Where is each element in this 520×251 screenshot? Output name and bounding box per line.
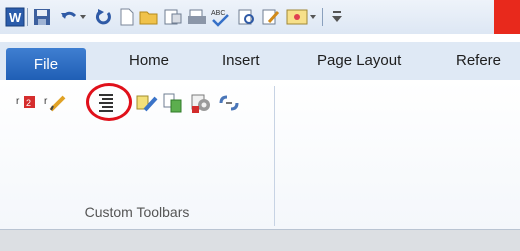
word-app-icon[interactable]: W — [4, 7, 26, 27]
new-document-icon[interactable] — [116, 7, 138, 27]
settings-icon[interactable] — [190, 92, 212, 114]
replace-icon[interactable] — [162, 92, 184, 114]
print-preview-icon[interactable] — [186, 7, 208, 27]
edit-document-icon[interactable] — [260, 7, 282, 27]
tab-insert[interactable]: Insert — [222, 52, 260, 69]
macro-pencil-icon[interactable]: r — [44, 92, 66, 114]
tab-page-layout[interactable]: Page Layout — [317, 52, 401, 69]
page-setup-icon[interactable] — [162, 7, 184, 27]
svg-text:r: r — [16, 96, 20, 107]
link-break-icon[interactable] — [218, 92, 240, 114]
spelling-check-icon[interactable]: ABC — [210, 7, 232, 27]
group-label-custom-toolbars: Custom Toolbars — [84, 204, 190, 220]
window-control-close[interactable] — [494, 0, 520, 34]
tab-home[interactable]: Home — [129, 52, 169, 69]
quick-access-toolbar: W ABC — [0, 0, 520, 34]
undo-icon[interactable] — [58, 7, 80, 27]
svg-text:r: r — [44, 96, 48, 107]
save-icon[interactable] — [31, 7, 53, 27]
ribbon-tabs: File Home Insert Page Layout Refere — [0, 42, 520, 81]
macro-icon-1[interactable]: r2 — [16, 92, 38, 114]
undo-dropdown-icon[interactable] — [78, 7, 88, 27]
open-folder-icon[interactable] — [138, 7, 160, 27]
overflow-icon[interactable] — [326, 7, 348, 27]
tab-file[interactable]: File — [6, 48, 86, 80]
svg-text:W: W — [9, 10, 22, 25]
insert-picture-icon[interactable] — [286, 7, 308, 27]
highlight-pencil-icon[interactable] — [136, 92, 158, 114]
tab-references[interactable]: Refere — [456, 52, 501, 69]
highlight-circle — [86, 83, 132, 121]
svg-text:ABC: ABC — [211, 10, 225, 17]
document-area-edge — [0, 229, 520, 251]
group-separator — [274, 86, 275, 226]
svg-text:2: 2 — [26, 98, 31, 108]
redo-icon[interactable] — [92, 7, 114, 27]
print-preview-zoom-icon[interactable] — [236, 7, 258, 27]
customize-dropdown-icon[interactable] — [308, 7, 318, 27]
